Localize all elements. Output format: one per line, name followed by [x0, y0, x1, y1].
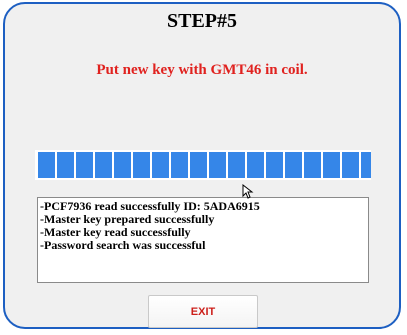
step-title: STEP#5	[166, 10, 238, 32]
log-line: -Password search was successful	[40, 238, 206, 252]
progress-bar	[35, 150, 371, 180]
mouse-pointer-icon	[242, 184, 254, 199]
progress-segment	[228, 152, 245, 178]
progress-segment	[152, 152, 169, 178]
progress-segment	[342, 152, 359, 178]
log-textbox[interactable]: -PCF7936 read successfully ID: 5ADA6915 …	[37, 197, 369, 283]
progress-segment	[266, 152, 283, 178]
progress-segment	[76, 152, 93, 178]
exit-button-label: EXIT	[190, 305, 216, 318]
progress-segment	[133, 152, 150, 178]
progress-segment	[361, 152, 371, 178]
progress-segment	[190, 152, 207, 178]
progress-segment	[114, 152, 131, 178]
progress-segment	[95, 152, 112, 178]
progress-segment	[285, 152, 302, 178]
progress-segment	[323, 152, 340, 178]
exit-button[interactable]: EXIT	[148, 295, 258, 328]
step-dialog: STEP#5 Put new key with GMT46 in coil. -…	[3, 2, 401, 329]
progress-segment	[38, 152, 55, 178]
instruction-text: Put new key with GMT46 in coil.	[96, 62, 308, 78]
progress-segment	[304, 152, 321, 178]
progress-segment	[209, 152, 226, 178]
progress-segment	[171, 152, 188, 178]
progress-segment	[247, 152, 264, 178]
progress-segments	[38, 150, 371, 180]
progress-segment	[57, 152, 74, 178]
